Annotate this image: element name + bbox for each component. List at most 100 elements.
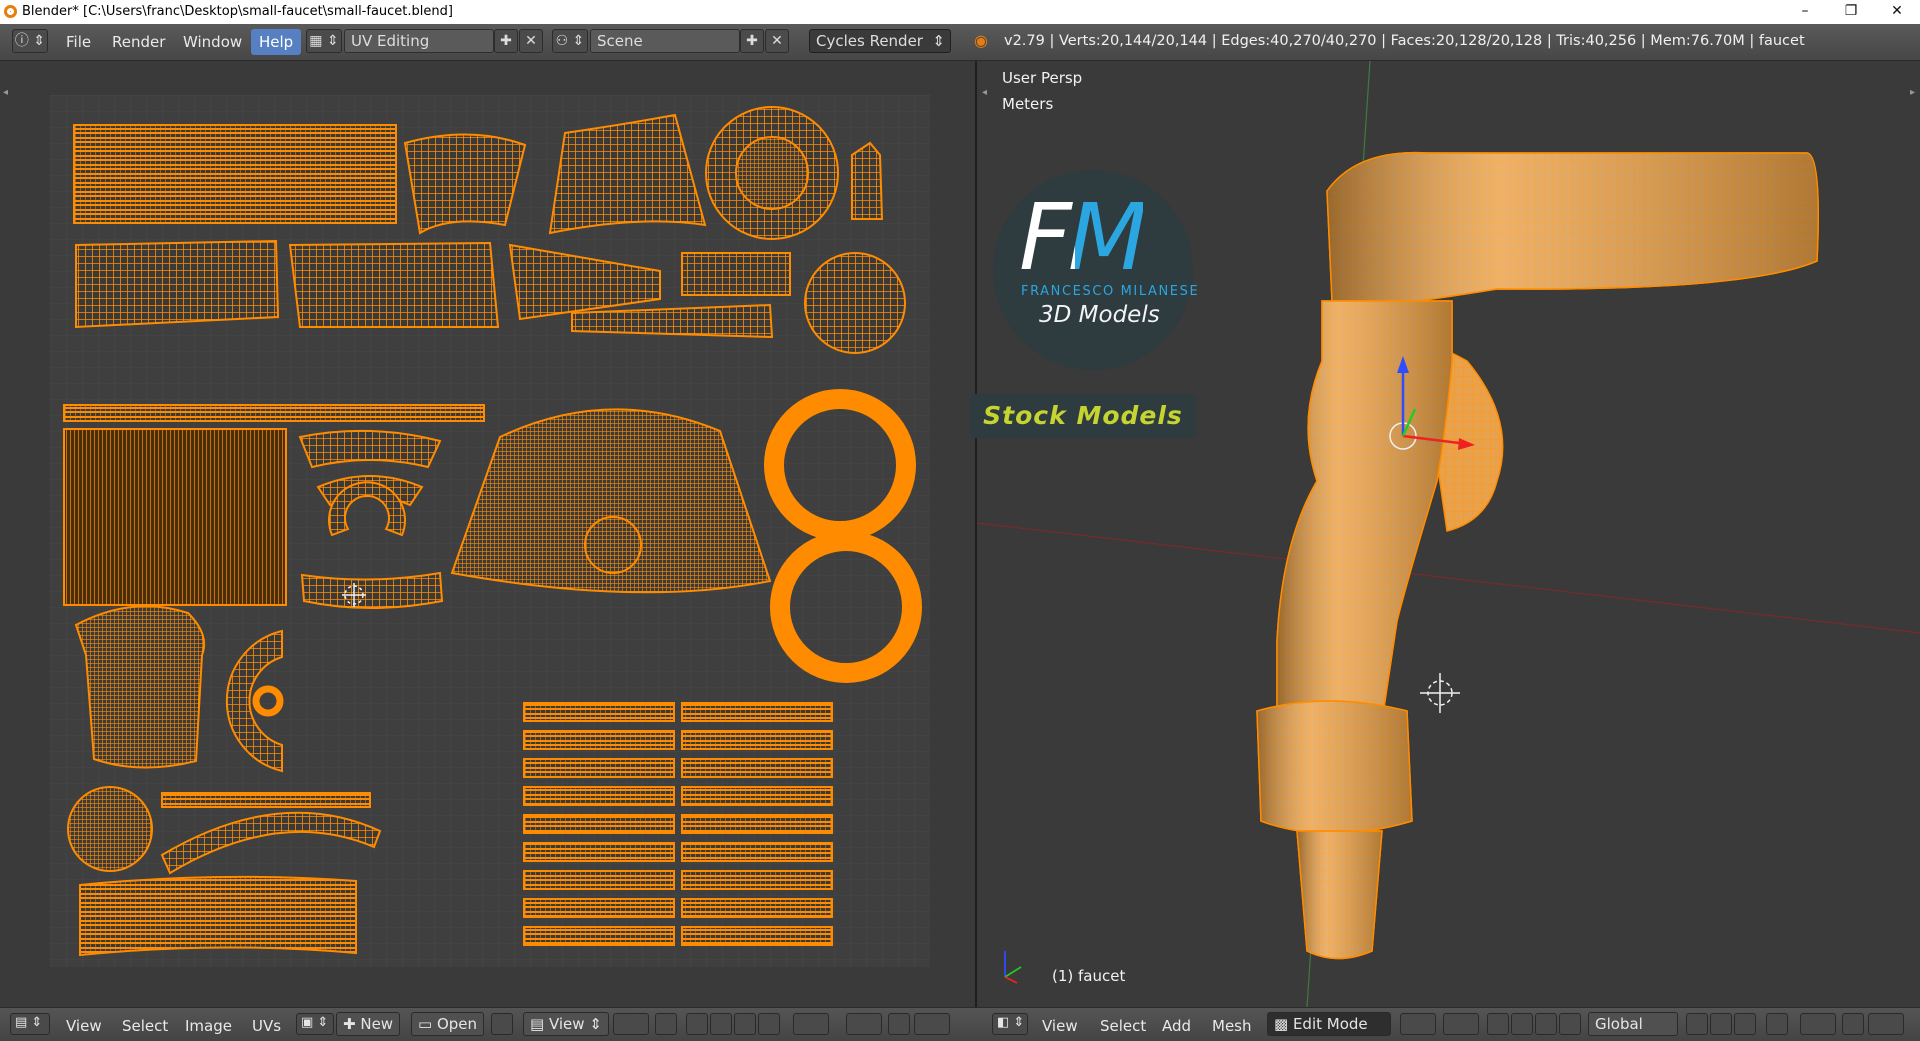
region-toggle-icon[interactable]: ◂ bbox=[3, 87, 8, 98]
select-vertex-icon[interactable] bbox=[686, 1013, 708, 1035]
open-image-label: Open bbox=[436, 1015, 478, 1033]
menu-window[interactable]: Window bbox=[183, 33, 242, 51]
view3d-menu-view[interactable]: View bbox=[1042, 1017, 1078, 1035]
axis-gizmo bbox=[1004, 951, 1022, 984]
delete-scene-button[interactable]: ✕ bbox=[765, 29, 789, 53]
uv-menu-view[interactable]: View bbox=[66, 1017, 102, 1035]
sticky-selection-icon[interactable] bbox=[655, 1013, 677, 1035]
uv-island[interactable] bbox=[63, 404, 485, 422]
uv-island[interactable] bbox=[403, 133, 527, 235]
viewport-shading-button[interactable] bbox=[1400, 1013, 1436, 1035]
info-header: ⓘ ⇕ File Render Window Help ▦ ⇕ UV Editi… bbox=[0, 24, 1920, 61]
menu-help[interactable]: Help bbox=[251, 29, 302, 55]
uv-island[interactable] bbox=[804, 252, 906, 354]
edit-mode-icon: ▩ bbox=[1274, 1015, 1293, 1033]
manipulator-toggle-icon[interactable] bbox=[1487, 1013, 1509, 1035]
menu-file[interactable]: File bbox=[66, 33, 91, 51]
scene-field[interactable]: Scene bbox=[590, 29, 740, 53]
uv-island[interactable] bbox=[63, 428, 287, 606]
uv-menu-uvs[interactable]: UVs bbox=[252, 1017, 281, 1035]
uv-island[interactable] bbox=[161, 792, 371, 808]
scene-statistics: v2.79 | Verts:20,144/20,144 | Edges:40,2… bbox=[1004, 33, 1805, 49]
uv-island[interactable] bbox=[851, 141, 884, 220]
select-island-icon[interactable] bbox=[758, 1013, 780, 1035]
view-mode-icon: ▤ bbox=[530, 1015, 549, 1033]
image-browse-icon: ▣ ⇕ bbox=[301, 1015, 329, 1030]
blender-logo-icon bbox=[4, 5, 17, 18]
scene-browse-button[interactable]: ⚇ ⇕ bbox=[552, 29, 588, 53]
scale-manipulator-icon[interactable] bbox=[1559, 1013, 1581, 1035]
uv-island[interactable] bbox=[75, 239, 280, 329]
view3d-menu-select[interactable]: Select bbox=[1100, 1017, 1146, 1035]
open-image-button[interactable]: ▭ Open bbox=[411, 1012, 485, 1036]
rotate-manipulator-icon[interactable] bbox=[1535, 1013, 1557, 1035]
proportional-edit-3d-button[interactable] bbox=[1800, 1013, 1836, 1035]
screen-layout-browse-button[interactable]: ▦ ⇕ bbox=[306, 29, 342, 53]
select-edge-icon[interactable] bbox=[710, 1013, 732, 1035]
render-engine-label: Cycles Render bbox=[816, 32, 923, 50]
delete-layout-button[interactable]: ✕ bbox=[519, 29, 543, 53]
pivot-point-button[interactable] bbox=[613, 1013, 649, 1035]
uv-island[interactable] bbox=[681, 252, 791, 296]
sync-selection-button[interactable] bbox=[793, 1013, 829, 1035]
select-face-icon[interactable] bbox=[734, 1013, 756, 1035]
screen-layout-field[interactable]: UV Editing bbox=[344, 29, 494, 53]
uv-island[interactable] bbox=[74, 605, 206, 769]
view3d-menu-add[interactable]: Add bbox=[1162, 1017, 1191, 1035]
logo-monogram: FM bbox=[1019, 184, 1147, 291]
plus-icon: ✚ bbox=[746, 33, 758, 49]
window-title: Blender* [C:\Users\franc\Desktop\small-f… bbox=[22, 4, 453, 19]
translate-manipulator-icon[interactable] bbox=[1511, 1013, 1533, 1035]
vertex-select-mode-icon[interactable] bbox=[1686, 1013, 1708, 1035]
transform-orientation-select[interactable]: Global bbox=[1588, 1012, 1678, 1036]
uv-editor[interactable]: ◂ bbox=[0, 61, 975, 1007]
close-window-button[interactable]: ✕ bbox=[1874, 0, 1920, 24]
snap-element-button[interactable] bbox=[1868, 1013, 1904, 1035]
uv-island[interactable] bbox=[67, 786, 153, 872]
uv-view-label: View bbox=[548, 1015, 585, 1033]
limit-selection-icon[interactable] bbox=[1766, 1013, 1788, 1035]
mode-label: Edit Mode bbox=[1292, 1015, 1368, 1033]
image-browse-button[interactable]: ▣ ⇕ bbox=[296, 1013, 334, 1035]
add-layout-button[interactable]: ✚ bbox=[494, 29, 518, 53]
uv-island[interactable] bbox=[584, 516, 642, 574]
snap-target-button[interactable] bbox=[914, 1013, 950, 1035]
snap-3d-icon[interactable] bbox=[1842, 1013, 1864, 1035]
proportional-edit-button[interactable] bbox=[846, 1013, 882, 1035]
dropdown-arrows-icon: ⇕ bbox=[584, 1015, 602, 1033]
cube-icon: ◧ ⇕ bbox=[997, 1015, 1025, 1030]
info-editor-type-button[interactable]: ⓘ ⇕ bbox=[12, 29, 48, 53]
layout-grid-icon: ▦ ⇕ bbox=[309, 33, 339, 49]
uv-menu-image[interactable]: Image bbox=[185, 1017, 232, 1035]
menu-render[interactable]: Render bbox=[112, 33, 165, 51]
restore-button[interactable]: ❐ bbox=[1828, 0, 1874, 24]
pivot-point-3d-button[interactable] bbox=[1443, 1013, 1479, 1035]
x-icon: ✕ bbox=[525, 33, 537, 49]
uv-island[interactable] bbox=[73, 124, 397, 224]
snap-icon[interactable] bbox=[888, 1013, 910, 1035]
interaction-mode-select[interactable]: ▩ Edit Mode bbox=[1267, 1012, 1391, 1036]
render-engine-select[interactable]: Cycles Render ⇕ bbox=[809, 29, 951, 53]
minimize-button[interactable]: – bbox=[1782, 0, 1828, 24]
pin-icon[interactable] bbox=[491, 1013, 513, 1035]
3d-view-editor-type-button[interactable]: ◧ ⇕ bbox=[992, 1013, 1028, 1035]
uv-menu-select[interactable]: Select bbox=[122, 1017, 168, 1035]
uv-image-canvas[interactable] bbox=[50, 95, 930, 967]
dropdown-arrows-icon: ⇕ bbox=[932, 32, 945, 50]
uv-island[interactable] bbox=[288, 241, 500, 328]
new-image-label: New bbox=[360, 1015, 394, 1033]
uv-view-mode-select[interactable]: ▤ View ⇕ bbox=[523, 1012, 609, 1036]
uv-editor-type-button[interactable]: ▤ ⇕ bbox=[10, 1013, 50, 1035]
face-select-mode-icon[interactable] bbox=[1734, 1013, 1756, 1035]
add-scene-button[interactable]: ✚ bbox=[740, 29, 764, 53]
3d-cursor-icon[interactable] bbox=[1420, 673, 1460, 713]
stock-models-badge: Stock Models bbox=[970, 394, 1196, 438]
orientation-label: Global bbox=[1595, 1015, 1643, 1033]
faucet-mesh[interactable] bbox=[1256, 151, 1819, 960]
view3d-menu-mesh[interactable]: Mesh bbox=[1212, 1017, 1252, 1035]
uv-island[interactable] bbox=[79, 875, 357, 957]
scene-icon: ⚇ ⇕ bbox=[555, 33, 585, 49]
new-image-button[interactable]: ✚ New bbox=[336, 1012, 401, 1036]
edge-select-mode-icon[interactable] bbox=[1710, 1013, 1732, 1035]
uv-island[interactable] bbox=[735, 136, 809, 210]
